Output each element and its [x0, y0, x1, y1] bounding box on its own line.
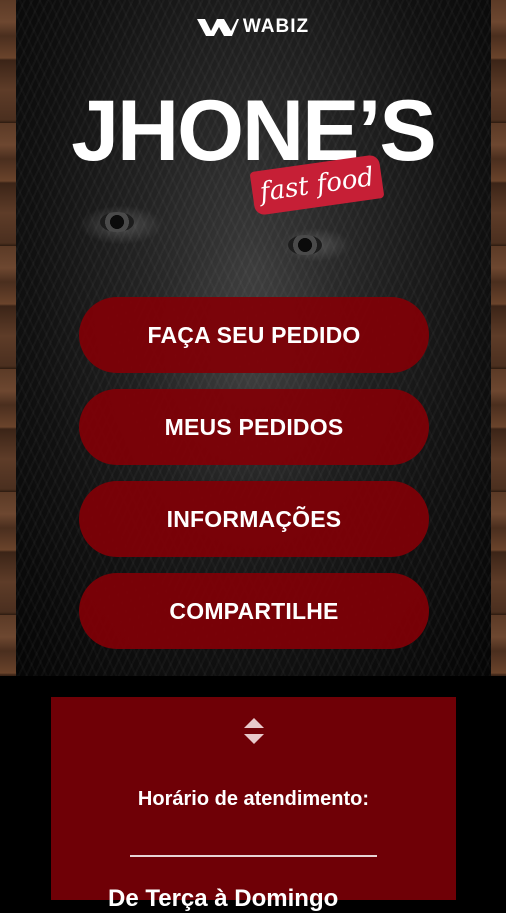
restaurant-name: JHONE’S [71, 83, 437, 179]
opening-hours-days: De Terça à Domingo [108, 885, 339, 912]
wabiz-logo-icon [196, 15, 239, 39]
lion-eye-right [288, 235, 322, 255]
information-button[interactable]: INFORMAÇÕES [79, 481, 429, 557]
order-button[interactable]: FAÇA SEU PEDIDO [79, 297, 429, 373]
lion-eye-left [100, 212, 134, 232]
sort-arrows-icon[interactable] [243, 716, 265, 746]
my-orders-button[interactable]: MEUS PEDIDOS [79, 389, 429, 465]
share-button[interactable]: COMPARTILHE [79, 573, 429, 649]
hours-divider [130, 855, 377, 857]
wabiz-logo: WABIZ [0, 12, 506, 42]
opening-hours-title: Horário de atendimento: [137, 788, 370, 810]
wabiz-logo-text: WABIZ [242, 16, 310, 37]
